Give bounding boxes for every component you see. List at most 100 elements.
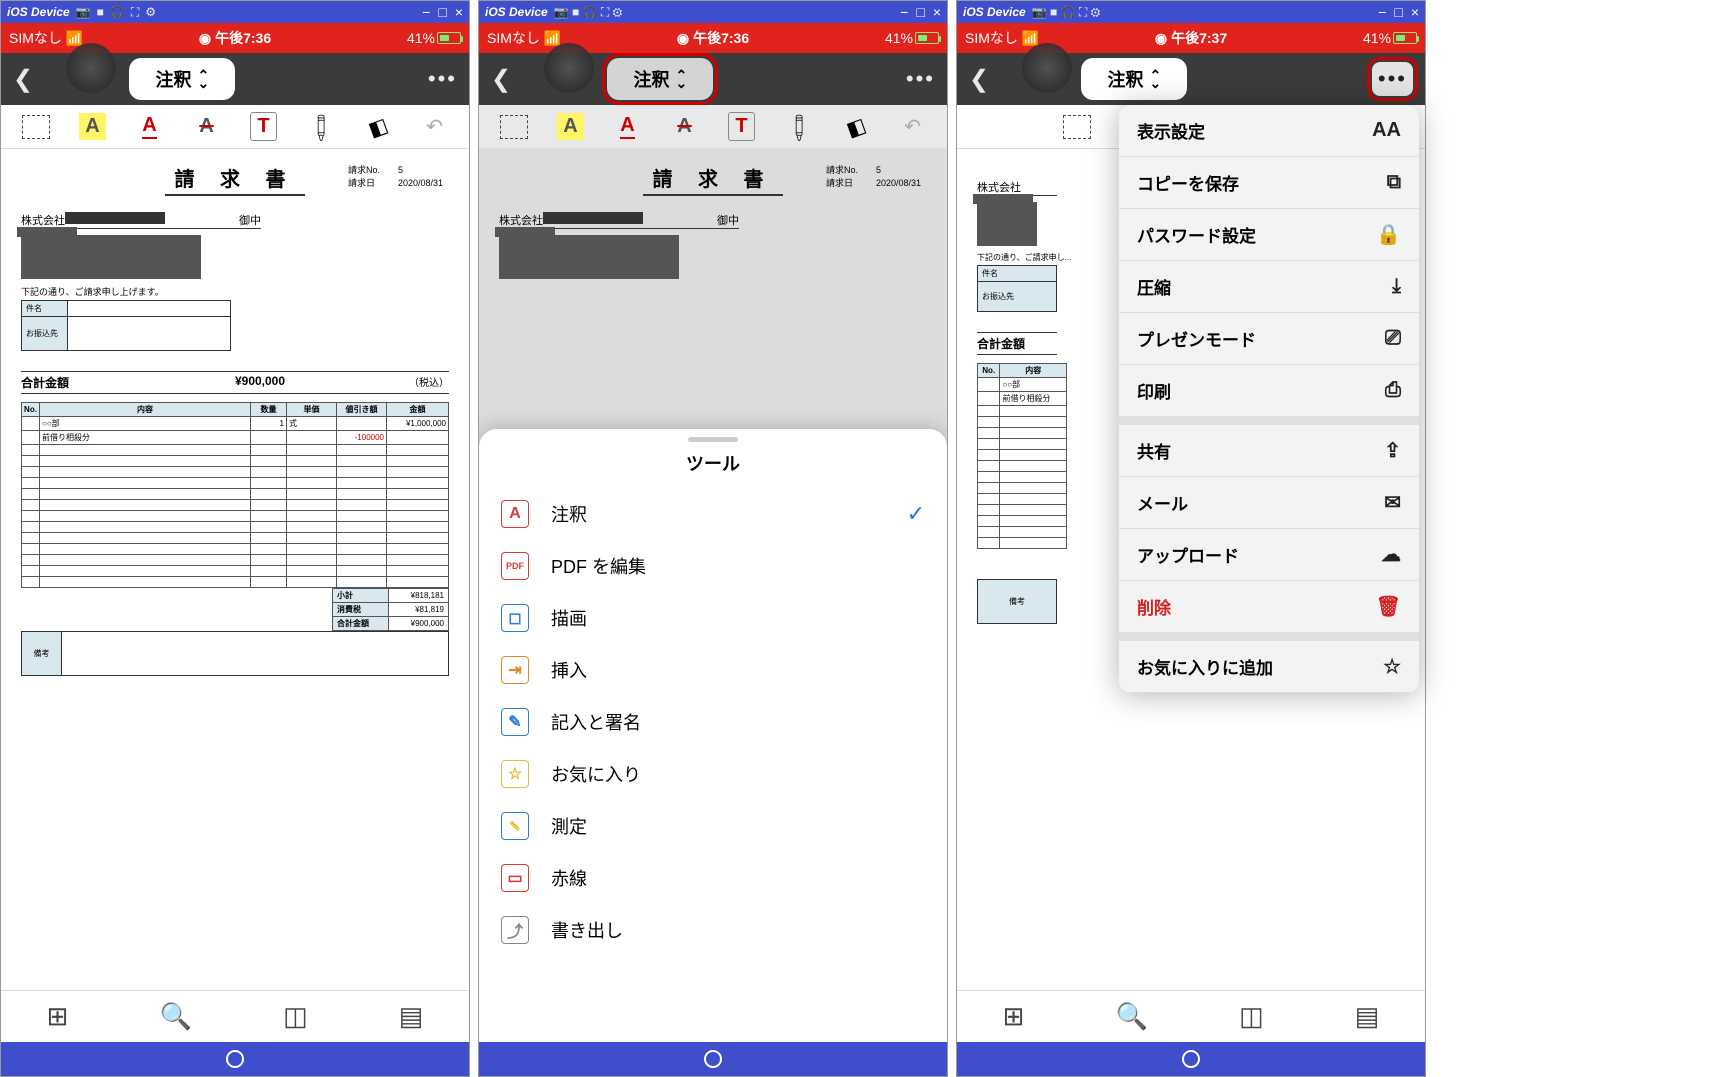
tools-sheet: ツール A注釈✓PDFPDF を編集◻描画⇥挿入✎記入と署名☆お気に入り📏測定▭… [479, 429, 947, 1042]
audio-icon[interactable]: 🎧 [110, 5, 125, 20]
status-bar: SIMなし 📶 ◉午後7:36 41% [1, 23, 469, 53]
mode-selector[interactable]: 注釈⌃⌄ [607, 58, 713, 100]
select-tool[interactable] [494, 108, 534, 146]
document-view[interactable]: 請 求 書 請求No.5 請求日2020/08/31 株式会社 御中 下記の通り… [1, 149, 469, 990]
tools-sheet-item[interactable]: ☆お気に入り [479, 748, 947, 800]
underline-tool[interactable]: A [130, 108, 170, 146]
settings-icon[interactable]: ⚙ [145, 5, 156, 20]
tools-sheet-item[interactable]: PDFPDF を編集 [479, 540, 947, 592]
menu-icon: ✉ [1384, 490, 1401, 515]
highlight-tool[interactable]: A [551, 108, 591, 146]
assistivetouch-icon[interactable] [544, 43, 594, 93]
home-button[interactable] [704, 1050, 722, 1068]
more-menu-item[interactable]: 印刷⎙ [1119, 365, 1419, 417]
book-icon[interactable]: ◫ [1239, 1001, 1264, 1032]
strikeout-tool[interactable]: A [187, 108, 227, 146]
window-title: iOS Device [7, 5, 70, 19]
tools-sheet-item[interactable]: A注釈✓ [479, 488, 947, 540]
pen-tool[interactable]: 🖍 [293, 99, 348, 154]
minimize-button[interactable]: − [422, 4, 430, 20]
menu-icon: ⎚ [1385, 327, 1401, 350]
menu-icon: ⧉ [1387, 171, 1401, 194]
more-button[interactable]: ••• [906, 66, 935, 92]
home-button[interactable] [1182, 1050, 1200, 1068]
menu-label: プレゼンモード [1137, 326, 1256, 351]
highlight-tool[interactable]: A [73, 108, 113, 146]
menu-label: コピーを保存 [1137, 170, 1239, 195]
drag-handle[interactable] [688, 437, 738, 442]
page-icon[interactable]: ▤ [1355, 1001, 1380, 1032]
android-nav [957, 1042, 1425, 1076]
more-menu-item[interactable]: 表示設定AA [1119, 105, 1419, 157]
pen-tool[interactable]: 🖍 [771, 99, 826, 154]
tool-icon: ▭ [501, 864, 529, 892]
assistivetouch-icon[interactable] [66, 43, 116, 93]
more-menu-item[interactable]: 圧縮⤓ [1119, 261, 1419, 313]
app-nav: ❮ 注釈 ⌃⌄ ••• [1, 53, 469, 105]
tools-sheet-item[interactable]: ⤴書き出し [479, 904, 947, 956]
more-menu-item[interactable]: お気に入りに追加☆ [1119, 641, 1419, 693]
search-icon[interactable]: 🔍 [160, 1001, 192, 1032]
back-button[interactable]: ❮ [491, 65, 511, 94]
more-button[interactable]: ••• [1372, 62, 1413, 96]
document-view[interactable]: 請 求 書 請求No.5請求日2020/08/31 株式会社御中 ツール A注釈… [479, 149, 947, 1042]
more-menu-item[interactable]: パスワード設定🔒 [1119, 209, 1419, 261]
more-menu-item[interactable]: 共有⇪ [1119, 425, 1419, 477]
battery-icon [437, 32, 461, 44]
mode-label: 注釈 [155, 66, 191, 92]
menu-icon: 🗑 [1376, 594, 1401, 619]
tool-label: 描画 [551, 605, 587, 631]
tool-icon: ⇥ [501, 656, 529, 684]
tools-sheet-item[interactable]: ◻描画 [479, 592, 947, 644]
more-menu-item[interactable]: 削除🗑 [1119, 581, 1419, 633]
tools-sheet-item[interactable]: 📏測定 [479, 800, 947, 852]
more-menu-item[interactable]: コピーを保存 ⧉ [1119, 157, 1419, 209]
underline-tool[interactable]: A [608, 108, 648, 146]
tool-label: 赤線 [551, 865, 587, 891]
fullscreen-icon[interactable]: ⛶ [131, 5, 139, 20]
more-button[interactable]: ••• [428, 66, 457, 92]
strikeout-tool[interactable]: A [665, 108, 705, 146]
book-icon[interactable]: ◫ [283, 1001, 308, 1032]
menu-icon: ⎙ [1385, 379, 1401, 402]
grid-icon[interactable]: ⊞ [47, 1001, 69, 1032]
page-icon[interactable]: ▤ [399, 1001, 424, 1032]
tools-sheet-item[interactable]: ⇥挿入 [479, 644, 947, 696]
more-menu-item[interactable]: プレゼンモード ⎚ [1119, 313, 1419, 365]
back-button[interactable]: ❮ [969, 65, 989, 94]
undo-button[interactable]: ↶ [415, 108, 455, 146]
select-tool[interactable] [1057, 108, 1097, 146]
text-tool[interactable]: T [244, 108, 284, 146]
tools-sheet-item[interactable]: ✎記入と署名 [479, 696, 947, 748]
camera-icon[interactable]: 📷 [76, 5, 91, 20]
select-tool[interactable] [16, 108, 56, 146]
subtotals: 小計¥818,181 消費税¥81,819 合計金額¥900,000 [332, 588, 449, 631]
tools-sheet-item[interactable]: ▭ 赤線 [479, 852, 947, 904]
redacted-block [21, 235, 201, 279]
assistivetouch-icon[interactable] [1022, 43, 1072, 93]
undo-button[interactable]: ↶ [893, 108, 933, 146]
video-icon[interactable]: ■ [97, 5, 104, 20]
menu-icon: ⇪ [1384, 438, 1401, 463]
check-icon: ✓ [907, 501, 925, 527]
chevron-updown-icon: ⌃⌄ [1149, 71, 1161, 87]
mode-selector[interactable]: 注釈⌃⌄ [1081, 58, 1187, 100]
eraser-tool[interactable]: ◧ [352, 102, 403, 151]
grid-icon[interactable]: ⊞ [1003, 1001, 1025, 1032]
back-button[interactable]: ❮ [13, 65, 33, 94]
doc-title: 請 求 書 [165, 163, 305, 196]
doc-lead: 下記の通り、ご請求申し上げます。 [21, 285, 449, 298]
mode-selector[interactable]: 注釈 ⌃⌄ [129, 58, 235, 100]
maximize-button[interactable]: □ [438, 4, 446, 20]
sheet-title: ツール [479, 450, 947, 476]
titlebar-tool-icons: 📷 ■ 🎧 ⛶ ⚙ [76, 5, 156, 20]
more-menu-item[interactable]: メール✉ [1119, 477, 1419, 529]
annotation-toolbar: A A A T 🖍 ◧ ↶ [479, 105, 947, 149]
home-button[interactable] [226, 1050, 244, 1068]
search-icon[interactable]: 🔍 [1116, 1001, 1148, 1032]
text-tool[interactable]: T [722, 108, 762, 146]
more-menu-item[interactable]: アップロード☁︎ [1119, 529, 1419, 581]
eraser-tool[interactable]: ◧ [830, 102, 881, 151]
tool-label: 注釈 [551, 501, 587, 527]
close-button[interactable]: × [455, 4, 463, 20]
